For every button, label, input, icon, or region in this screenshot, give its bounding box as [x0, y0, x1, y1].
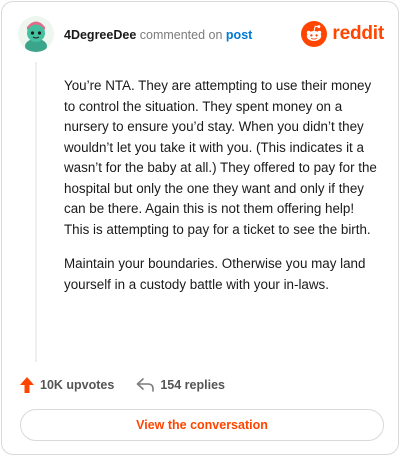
comment-actions: 10K upvotes 154 replies [20, 374, 380, 396]
reddit-logo-icon [301, 21, 328, 47]
comment-paragraph: You’re NTA. They are attempting to use t… [64, 78, 377, 237]
upvote-arrow-icon [20, 377, 34, 393]
reply-arrow-icon [137, 378, 155, 392]
reply-count: 154 replies [160, 378, 225, 392]
view-conversation-button[interactable]: View the conversation [20, 409, 384, 441]
comment-meta: 4DegreeDee commented on post [64, 28, 252, 42]
comment-body: You’re NTA. They are attempting to use t… [64, 76, 380, 309]
commented-on-text: commented on [139, 28, 223, 42]
user-avatar[interactable] [18, 16, 54, 52]
comment-paragraph: Maintain your boundaries. Otherwise you … [64, 256, 366, 292]
upvote-button[interactable]: 10K upvotes [20, 377, 114, 393]
thread-line [35, 62, 37, 362]
embedded-comment-card: 4DegreeDee commented on post reddit You’… [1, 1, 399, 455]
replies-button[interactable]: 154 replies [136, 378, 225, 392]
reddit-wordmark: reddit [332, 23, 384, 44]
reddit-brand[interactable]: reddit [301, 20, 384, 48]
upvote-count: 10K upvotes [40, 378, 115, 392]
username[interactable]: 4DegreeDee [64, 28, 136, 42]
comment-header: 4DegreeDee commented on post reddit [18, 16, 384, 54]
post-link[interactable]: post [226, 28, 252, 42]
